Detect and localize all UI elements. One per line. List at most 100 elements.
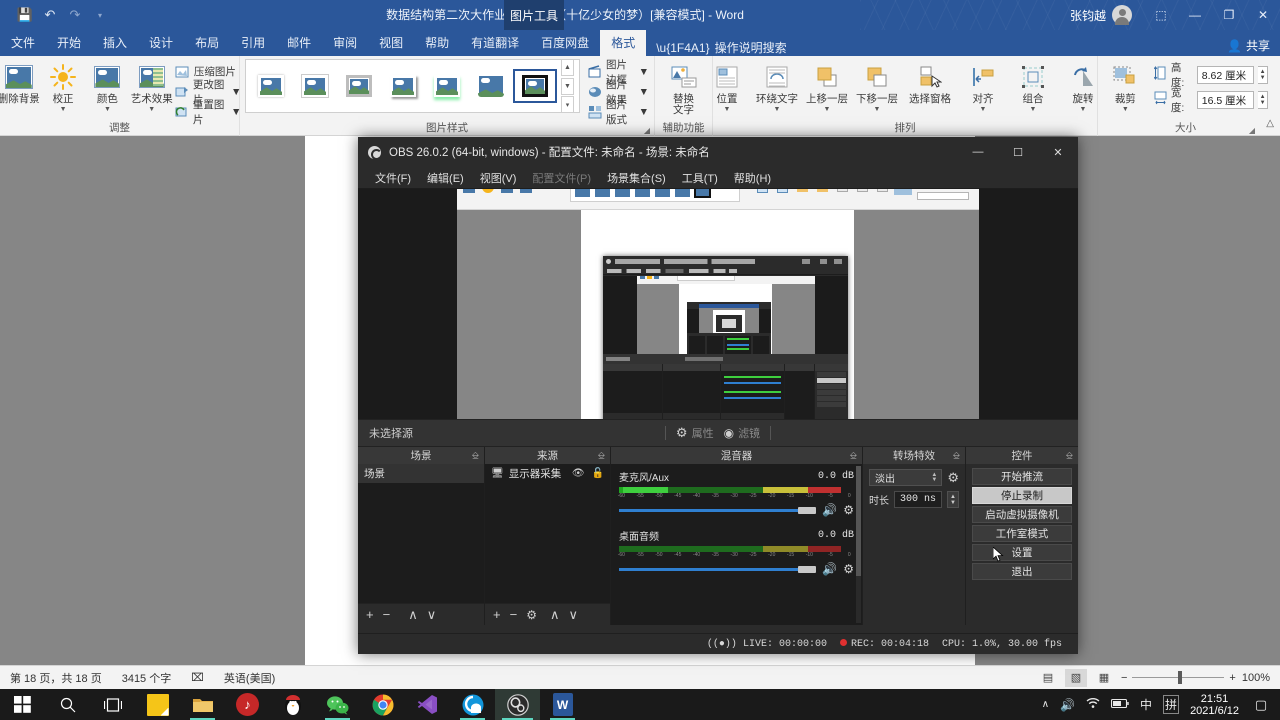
speaker-icon[interactable]: 🔊 — [822, 562, 837, 576]
collapse-ribbon-icon[interactable]: △ — [1266, 118, 1274, 129]
picture-styles-gallery[interactable]: ▲ ▼ ▾ — [245, 59, 580, 113]
volume-icon[interactable]: 🔊 — [1060, 698, 1075, 712]
tab-file[interactable]: 文件 — [0, 30, 46, 56]
ime-pinyin-icon[interactable]: 拼 — [1163, 695, 1180, 714]
gallery-scroll-down-button[interactable]: ▼ — [561, 77, 574, 95]
start-streaming-button[interactable]: 开始推流 — [972, 468, 1072, 485]
tab-home[interactable]: 开始 — [46, 30, 92, 56]
picture-style-thumb[interactable] — [427, 71, 467, 101]
tell-me-search[interactable]: \u{1F4A1} 操作说明搜索 — [656, 39, 786, 56]
remove-background-button[interactable]: 删除背景 — [0, 59, 40, 105]
search-icon[interactable] — [45, 689, 90, 720]
menu-scene-collection[interactable]: 场景集合(S) — [600, 168, 673, 188]
quark-browser-icon[interactable] — [450, 689, 495, 720]
close-icon[interactable]: ✕ — [1246, 0, 1280, 30]
picture-style-thumb-selected[interactable] — [513, 69, 557, 103]
selection-pane-button[interactable]: 选择窗格 — [903, 59, 957, 105]
zoom-out-button[interactable]: − — [1121, 672, 1127, 684]
menu-file[interactable]: 文件(F) — [368, 168, 418, 188]
popout-icon[interactable]: ⎒ — [472, 450, 479, 461]
menu-view[interactable]: 视图(V) — [473, 168, 524, 188]
add-scene-button[interactable]: + — [366, 607, 374, 622]
customize-qat-icon[interactable]: ▾ — [89, 5, 111, 25]
tab-references[interactable]: 引用 — [230, 30, 276, 56]
align-button[interactable]: 对齐 ▼ — [959, 59, 1007, 113]
chevron-down-icon[interactable]: ▼ — [639, 106, 649, 118]
add-source-button[interactable]: + — [493, 607, 501, 622]
transition-properties-gear-icon[interactable]: ⚙ — [947, 470, 959, 486]
transition-duration-stepper[interactable]: ▲ ▼ — [947, 491, 959, 508]
chevron-down-icon[interactable]: ▼ — [104, 106, 111, 113]
gallery-more-button[interactable]: ▾ — [561, 96, 574, 113]
minimize-icon[interactable]: — — [958, 137, 998, 167]
picture-style-thumb[interactable] — [383, 71, 423, 101]
popout-icon[interactable]: ⎒ — [598, 450, 605, 461]
slider-handle[interactable] — [798, 565, 817, 573]
tab-baidu-netdisk[interactable]: 百度网盘 — [530, 30, 600, 56]
tab-youdao-translate[interactable]: 有道翻译 — [460, 30, 530, 56]
popout-icon[interactable]: ⎒ — [850, 450, 857, 461]
artistic-effects-button[interactable]: 艺术效果 ▼ — [131, 59, 173, 113]
list-item[interactable]: 🖥 显示器采集 👁 🔓 — [485, 464, 610, 483]
minimize-icon[interactable]: — — [1178, 0, 1212, 30]
obs-icon[interactable] — [495, 689, 540, 720]
move-scene-up-button[interactable]: ∧ — [408, 607, 418, 623]
chrome-icon[interactable] — [360, 689, 405, 720]
share-button[interactable]: 👤 共享 — [1227, 37, 1270, 54]
sources-list[interactable]: 🖥 显示器采集 👁 🔓 — [485, 464, 610, 603]
start-button[interactable] — [0, 689, 45, 720]
settings-button[interactable]: 设置 — [972, 544, 1072, 561]
gallery-scroll-up-button[interactable]: ▲ — [561, 59, 574, 76]
chevron-updown-icon[interactable]: ▲ ▼ — [931, 472, 937, 483]
source-properties-gear-icon[interactable]: ⚙ — [526, 608, 537, 622]
ribbon-display-options-icon[interactable]: ⬚ — [1144, 0, 1178, 30]
zoom-track[interactable] — [1132, 671, 1225, 684]
undo-icon[interactable]: ↶ — [39, 5, 61, 25]
sticky-notes-icon[interactable] — [135, 689, 180, 720]
show-hidden-icons-icon[interactable]: ∧ — [1042, 699, 1049, 710]
move-source-up-button[interactable]: ∧ — [550, 607, 560, 623]
save-icon[interactable]: 💾 — [14, 5, 36, 25]
crop-button[interactable]: 裁剪 ▼ — [1103, 59, 1148, 113]
obs-preview-canvas[interactable] — [358, 189, 1078, 419]
chevron-down-icon[interactable]: ▼ — [774, 106, 781, 113]
zoom-level[interactable]: 100% — [1242, 672, 1270, 684]
word-icon[interactable]: W — [540, 689, 585, 720]
move-scene-down-button[interactable]: ∨ — [427, 607, 437, 623]
tab-layout[interactable]: 布局 — [184, 30, 230, 56]
speaker-icon[interactable]: 🔊 — [822, 503, 837, 517]
notification-center-icon[interactable]: ▢ — [1250, 696, 1272, 714]
qq-icon[interactable] — [270, 689, 315, 720]
zoom-in-button[interactable]: + — [1229, 672, 1235, 684]
studio-mode-button[interactable]: 工作室模式 — [972, 525, 1072, 542]
picture-styles-dialog-launcher-icon[interactable]: ◢ — [644, 126, 650, 135]
gear-icon[interactable]: ⚙ — [843, 562, 854, 576]
transition-duration-value[interactable]: 300 ns — [894, 491, 942, 508]
picture-style-thumb[interactable] — [295, 71, 335, 101]
wechat-icon[interactable] — [315, 689, 360, 720]
send-backward-button[interactable]: 下移一层 ▼ — [853, 59, 901, 113]
restore-icon[interactable]: ❐ — [1212, 0, 1246, 30]
tab-review[interactable]: 审阅 — [322, 30, 368, 56]
avatar[interactable] — [1112, 5, 1132, 25]
source-filters-button[interactable]: ◉ 滤镜 — [724, 425, 760, 441]
ime-mode-icon[interactable]: 中 — [1140, 696, 1152, 713]
bring-forward-button[interactable]: 上移一层 ▼ — [803, 59, 851, 113]
web-layout-view-button[interactable]: ▦ — [1093, 669, 1115, 687]
tab-help[interactable]: 帮助 — [414, 30, 460, 56]
netease-music-icon[interactable]: ♪ — [225, 689, 270, 720]
popout-icon[interactable]: ⎒ — [1066, 450, 1073, 461]
list-item[interactable]: 场景 — [358, 464, 484, 483]
shape-height-value[interactable]: 8.62 厘米 — [1196, 66, 1255, 84]
start-virtual-camera-button[interactable]: 启动虚拟摄像机 — [972, 506, 1072, 523]
tab-format[interactable]: 格式 — [600, 30, 647, 56]
print-layout-view-button[interactable]: ▧ — [1064, 668, 1087, 687]
vscode-icon[interactable] — [405, 689, 450, 720]
language-indicator[interactable]: 英语(美国) — [214, 670, 285, 686]
corrections-button[interactable]: 校正 ▼ — [42, 59, 84, 113]
size-dialog-launcher-icon[interactable]: ◢ — [1249, 126, 1255, 135]
network-icon[interactable] — [1086, 697, 1100, 712]
color-button[interactable]: 颜色 ▼ — [86, 59, 128, 113]
proofing-icon[interactable]: ⌧ — [181, 671, 214, 684]
chevron-down-icon[interactable]: ▼ — [724, 106, 731, 113]
